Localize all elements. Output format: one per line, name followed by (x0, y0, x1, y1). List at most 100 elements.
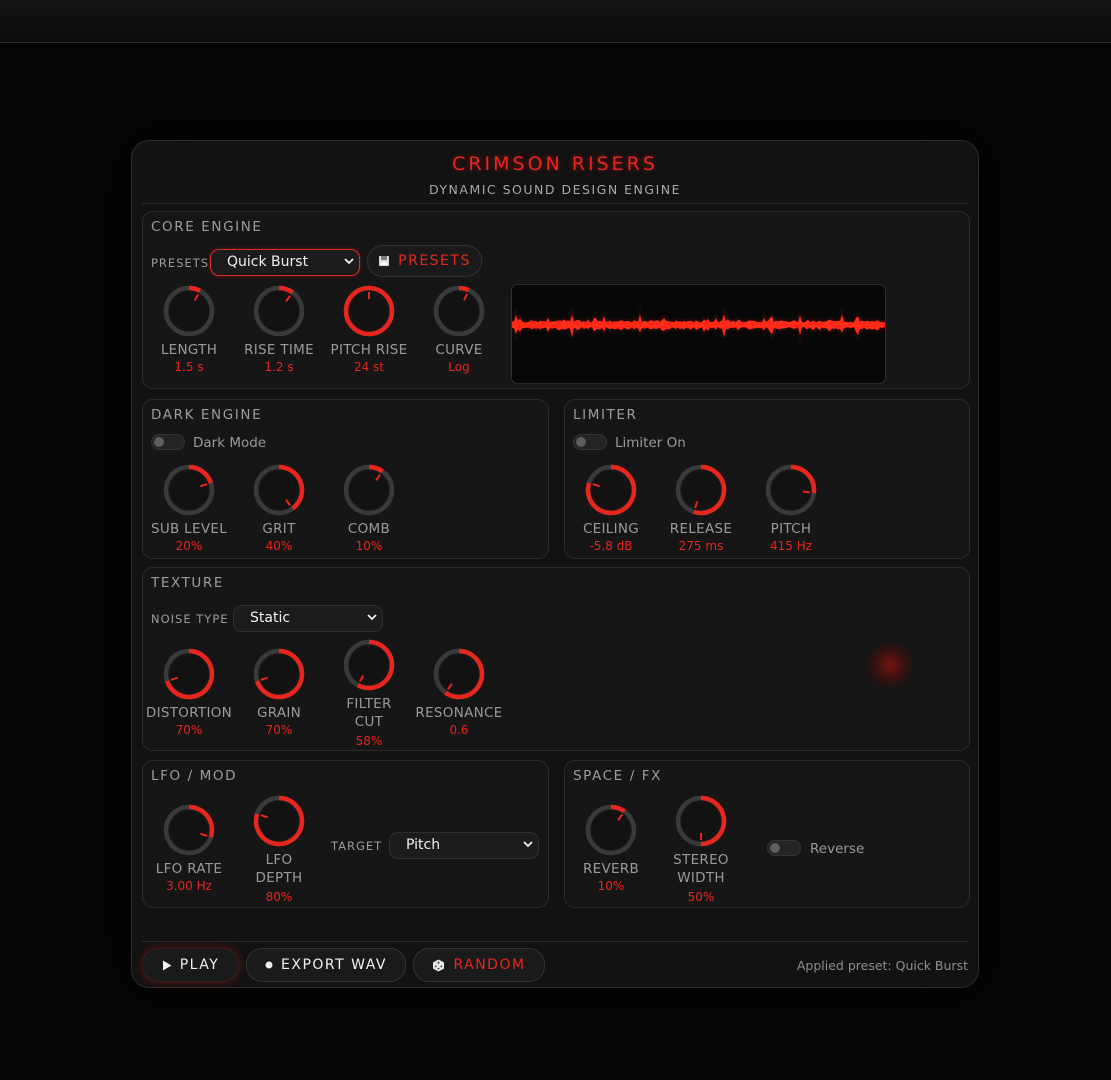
play-button[interactable]: PLAY (142, 948, 239, 982)
noise-type-label: NOISE TYPE (151, 612, 229, 626)
lfo-target-value: Pitch (406, 837, 441, 853)
knob-dial[interactable] (161, 283, 217, 339)
knob-cap (592, 471, 630, 509)
random-button-label: RANDOM (453, 957, 526, 973)
knob-resonance[interactable]: RESONANCE 0.6 (413, 646, 505, 746)
limiter-title: LIMITER (573, 407, 638, 423)
knob-label: FILTER CUT (346, 696, 392, 730)
knob-dial[interactable] (251, 793, 307, 849)
play-button-label: PLAY (179, 957, 220, 973)
dark-mode-toggle[interactable] (151, 434, 185, 450)
knob-dial[interactable] (673, 462, 729, 518)
knob-dial[interactable] (251, 646, 307, 702)
knob-cap (260, 292, 298, 330)
header-divider (142, 203, 968, 204)
knob-curve[interactable]: CURVE Log (413, 283, 505, 383)
knob-cap (260, 655, 298, 693)
knob-dial[interactable] (341, 462, 397, 518)
knob-value: 3.00 Hz (166, 879, 212, 893)
knob-comb[interactable]: COMB 10% (323, 462, 415, 562)
knob-label: GRIT (262, 521, 296, 537)
knob-label: CEILING (582, 521, 640, 537)
knob-dial[interactable] (431, 283, 487, 339)
knob-label: LENGTH (160, 342, 218, 358)
knob-label: LFO RATE (155, 861, 223, 877)
lfo-target-select[interactable]: Pitch (389, 832, 539, 859)
waveform-graph (512, 305, 885, 345)
app-subtitle: DYNAMIC SOUND DESIGN ENGINE (428, 182, 682, 197)
knob-dial[interactable] (251, 283, 307, 339)
knob-lfo-rate[interactable]: LFO RATE 3.00 Hz (143, 802, 235, 902)
knob-grit[interactable]: GRIT 40% (233, 462, 325, 562)
knob-value: 415 Hz (769, 539, 813, 553)
knob-value: 10% (597, 879, 625, 893)
knob-pitch-rise[interactable]: PITCH RISE 24 st (323, 283, 415, 383)
chevron-down-icon (344, 258, 354, 265)
knob-label: PITCH (770, 521, 812, 537)
lfo-mod-panel: LFO / MOD LFO RATE 3.00 Hz LFO DEPTH 80% TA… (142, 760, 549, 908)
top-bar (0, 0, 1111, 43)
knob-dial[interactable] (583, 462, 639, 518)
knob-dial[interactable] (251, 462, 307, 518)
dark-mode-label: Dark Mode (193, 435, 267, 451)
knob-dial[interactable] (673, 793, 729, 849)
knob-sub-level[interactable]: SUB LEVEL 20% (143, 462, 235, 562)
knob-rise-time[interactable]: RISE TIME 1.2 s (233, 283, 325, 383)
knob-cap (350, 471, 388, 509)
knob-value-arc (188, 285, 202, 293)
limiter-panel: LIMITER Limiter On CEILING -5.8 dB RELEASE… (564, 399, 970, 559)
knob-label: STEREO WIDTH (673, 852, 729, 886)
knob-reverb[interactable]: REVERB 10% (565, 802, 657, 902)
texture-panel: TEXTURE NOISE TYPE Static DISTORTION 70% G… (142, 567, 970, 751)
knob-ceiling[interactable]: CEILING -5.8 dB (565, 462, 657, 562)
knob-label: GRAIN (256, 705, 302, 721)
limiter-toggle[interactable] (573, 434, 607, 450)
knob-dial[interactable] (161, 462, 217, 518)
knob-dial[interactable] (431, 646, 487, 702)
chevron-down-icon (523, 841, 533, 848)
knob-value: 58% (355, 734, 383, 748)
save-icon (379, 256, 390, 266)
knob-cap (260, 471, 298, 509)
reverse-toggle[interactable] (767, 840, 801, 856)
knob-lfo-depth[interactable]: LFO DEPTH 80% (233, 793, 325, 904)
knob-value: 1.5 s (174, 360, 204, 374)
knob-label: SUB LEVEL (150, 521, 228, 537)
knob-value: 10% (355, 539, 383, 553)
random-button[interactable]: RANDOM (413, 948, 545, 982)
noise-type-select[interactable]: Static (233, 605, 383, 632)
footer-divider (142, 941, 968, 942)
knob-cap (170, 811, 208, 849)
knob-distortion[interactable]: DISTORTION 70% (143, 646, 235, 746)
knob-dial[interactable] (341, 283, 397, 339)
knob-grain[interactable]: GRAIN 70% (233, 646, 325, 746)
core-engine-title: CORE ENGINE (151, 219, 263, 235)
knob-label: REVERB (582, 861, 640, 877)
knob-stereo-width[interactable]: STEREO WIDTH 50% (655, 793, 747, 904)
knob-dial[interactable] (583, 802, 639, 858)
knob-dial[interactable] (161, 646, 217, 702)
core-engine-panel: CORE ENGINE PRESETS Quick Burst PRESETS … (142, 211, 970, 389)
knob-value: 70% (175, 723, 203, 737)
knob-dial[interactable] (763, 462, 819, 518)
knob-value-arc (610, 804, 626, 814)
knob-release[interactable]: RELEASE 275 ms (655, 462, 747, 562)
preset-select[interactable]: Quick Burst (210, 249, 360, 276)
knob-cap (772, 471, 810, 509)
knob-dial[interactable] (161, 802, 217, 858)
knob-cap (170, 292, 208, 330)
chevron-down-icon (367, 614, 377, 621)
knob-dial[interactable] (341, 637, 397, 693)
knob-label: DISTORTION (145, 705, 233, 721)
knob-label: LFO DEPTH (255, 852, 303, 886)
knob-filter-cut[interactable]: FILTER CUT 58% (323, 637, 415, 748)
knob-pitch[interactable]: PITCH 415 Hz (745, 462, 837, 562)
presets-button[interactable]: PRESETS (367, 245, 482, 277)
knob-length[interactable]: LENGTH 1.5 s (143, 283, 235, 383)
knob-cap (682, 471, 720, 509)
applied-preset-status: Applied preset: Quick Burst (796, 958, 968, 973)
space-fx-panel: SPACE / FX REVERB 10% STEREO WIDTH 50% Reve… (564, 760, 970, 908)
knob-label: CURVE (435, 342, 483, 358)
export-wav-button[interactable]: EXPORT WAV (246, 948, 406, 982)
knob-label: COMB (347, 521, 391, 537)
